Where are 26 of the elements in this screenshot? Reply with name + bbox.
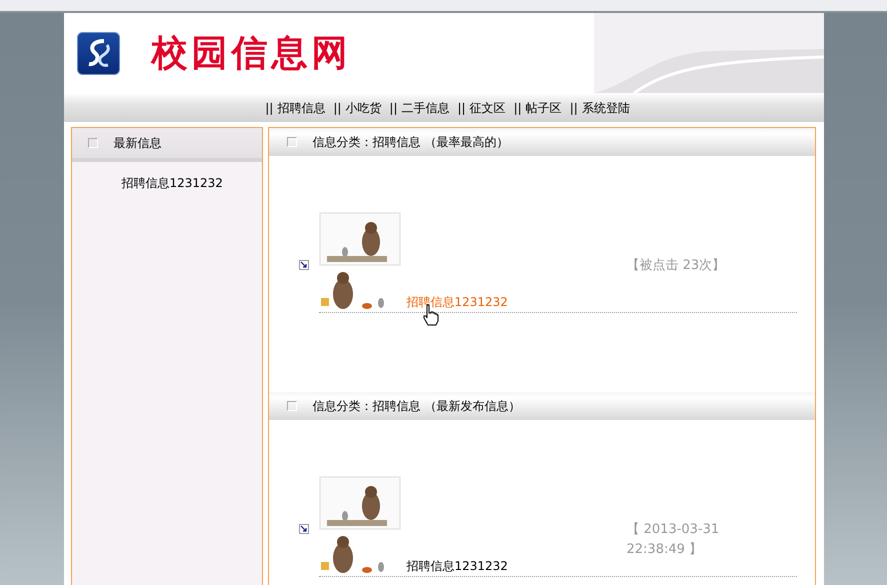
- nav-link[interactable]: 招聘信息: [277, 98, 326, 116]
- entry-link[interactable]: 招聘信息1231232: [406, 557, 508, 575]
- checkbox-icon: [286, 137, 296, 147]
- section-title: 信息分类：招聘信息 （最新发布信息）: [312, 398, 520, 415]
- separator: ||: [389, 100, 398, 116]
- nav-link[interactable]: 帖子区: [526, 98, 562, 116]
- nav-link[interactable]: 征文区: [470, 98, 506, 116]
- arrow-icon: [298, 524, 308, 534]
- checkbox-icon: [286, 401, 296, 411]
- entry-meta: 【被点击 23次】: [626, 257, 726, 275]
- sidebar-link[interactable]: 招聘信息1231232: [122, 172, 262, 194]
- site-title: 校园信息网: [152, 35, 352, 71]
- section-title: 信息分类：招聘信息 （最率最高的）: [312, 134, 508, 151]
- checkbox-icon: [88, 138, 98, 148]
- separator: ||: [265, 100, 274, 116]
- separator: ||: [514, 100, 522, 116]
- nav-link[interactable]: 二手信息: [402, 98, 450, 116]
- arrow-icon: [298, 260, 308, 270]
- logo-icon: [76, 32, 120, 74]
- separator: ||: [570, 100, 578, 116]
- nav-link[interactable]: 系统登陆: [582, 98, 630, 116]
- nav-link[interactable]: 小吃货: [345, 98, 382, 116]
- entry-meta: 【 2013-03-31 22:38:49 】: [626, 521, 720, 558]
- sidebar-title: 最新信息: [114, 135, 162, 152]
- separator: ||: [333, 100, 342, 116]
- separator: ||: [458, 100, 466, 116]
